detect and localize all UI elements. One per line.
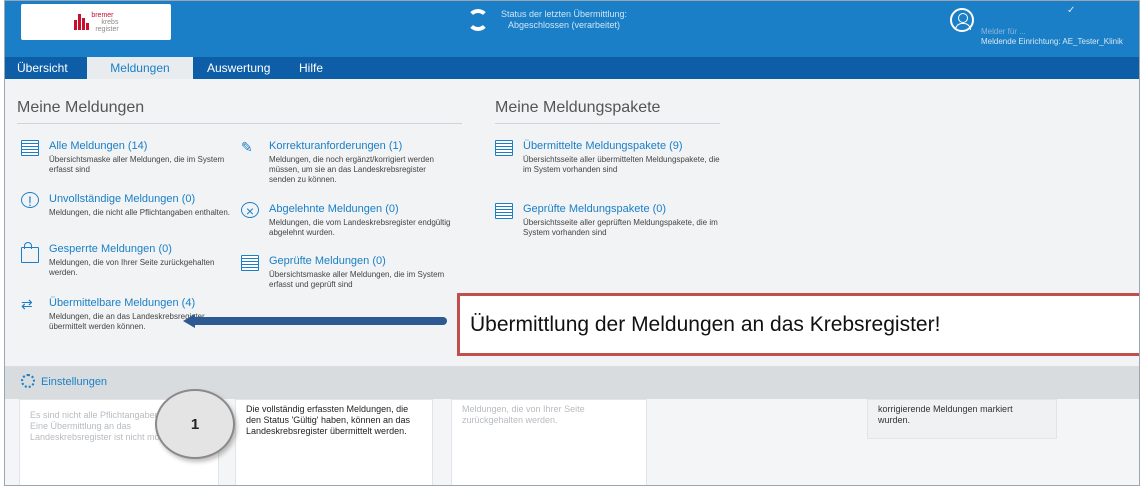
menu-item-description: Meldungen, die nicht alle Pflichtangaben… — [49, 208, 231, 217]
callout-text: Übermittlung der Meldungen an das Krebsr… — [470, 312, 941, 336]
reporting-facility: Meldende Einrichtung: AE_Tester_Klinik — [981, 37, 1123, 46]
menu-item-title: Abgelehnte Meldungen (0) — [269, 203, 399, 215]
pencil-icon: ✎ — [241, 139, 253, 155]
menu-item-description: Meldungen, die vom Landeskrebsregister e… — [269, 218, 451, 237]
card-text: Die vollständig erfassten Meldungen, die… — [246, 404, 411, 436]
tab-hilfe[interactable]: Hilfe — [293, 57, 329, 79]
menu-item-title: Geprüfte Meldungen (0) — [269, 255, 386, 267]
tab-auswertung[interactable]: Auswertung — [201, 57, 276, 79]
menu-item-description: Übersichtsseite aller übermittelten Meld… — [523, 155, 720, 174]
section-heading-meldungspakete: Meine Meldungspakete — [495, 99, 661, 116]
annotation-arrow — [191, 317, 447, 325]
menu-item-title: Gesperrte Meldungen (0) — [49, 243, 172, 255]
menu-item-title: Übermittelte Meldungspakete (9) — [523, 140, 683, 152]
sync-status-icon — [467, 9, 489, 31]
checked-documents-icon — [241, 255, 259, 271]
menu-item-gesperrte-meldungen[interactable]: Gesperrte Meldungen (0) Meldungen, die v… — [21, 242, 231, 278]
menu-item-korrekturanforderungen[interactable]: ✎ Korrekturanforderungen (1) Meldungen, … — [241, 139, 451, 185]
logo-text: bremer krebs register — [91, 11, 119, 33]
info-circle-icon: ! — [21, 192, 39, 209]
menu-item-unvollstaendige-meldungen[interactable]: ! Unvollständige Meldungen (0) Meldungen… — [21, 192, 231, 218]
menu-item-title: Übermittelbare Meldungen (4) — [49, 297, 196, 309]
krebsregister-logo[interactable]: bremer krebs register — [21, 4, 171, 40]
user-account-icon[interactable] — [950, 8, 974, 32]
divider — [17, 123, 462, 124]
menu-item-alle-meldungen[interactable]: Alle Meldungen (14) Übersichtsmaske alle… — [21, 139, 231, 175]
check-icon: ✓ — [1067, 5, 1076, 16]
menu-item-description: Übersichtsmaske aller Meldungen, die im … — [49, 155, 225, 174]
card-text: korrigierende Meldungen markiert wurden. — [878, 404, 1013, 425]
menu-item-title: Geprüfte Meldungspakete (0) — [523, 203, 667, 215]
menu-item-title: Unvollständige Meldungen (0) — [49, 193, 196, 205]
menu-item-description: Meldungen, die noch ergänzt/korrigiert w… — [269, 155, 434, 184]
status-card-locked: Meldungen, die von Ihrer Seite zurückgeh… — [451, 399, 647, 485]
menu-item-uebermittelte-meldungspakete[interactable]: Übermittelte Meldungspakete (9) Übersich… — [495, 139, 725, 175]
tab-uebersicht[interactable]: Übersicht — [11, 57, 74, 79]
menu-item-description: Übersichtsseite aller geprüften Meldungs… — [523, 218, 718, 237]
x-circle-icon: × — [241, 202, 259, 219]
menu-item-uebermittelbare-meldungen[interactable]: ⇄ Übermittelbare Meldungen (4) Meldungen… — [21, 296, 231, 332]
card-text: Meldungen, die von Ihrer Seite zurückgeh… — [462, 404, 585, 425]
settings-label: Einstellungen — [41, 376, 108, 388]
tab-meldungen[interactable]: Meldungen — [87, 57, 193, 79]
package-checked-icon — [495, 203, 513, 219]
menu-item-gepruefte-meldungspakete[interactable]: Geprüfte Meldungspakete (0) Übersichtsse… — [495, 202, 725, 238]
logo-mark-icon — [73, 14, 90, 30]
menu-item-gepruefte-meldungen[interactable]: Geprüfte Meldungen (0) Übersichtsmaske a… — [241, 254, 451, 290]
arrow-head-icon — [183, 314, 195, 328]
menu-item-description: Meldungen, die von Ihrer Seite zurückgeh… — [49, 258, 215, 277]
app-window: bremer krebs register Status der letzten… — [4, 0, 1140, 486]
menu-item-title: Alle Meldungen (14) — [49, 140, 148, 152]
settings-link[interactable]: Einstellungen — [21, 374, 108, 388]
menu-item-title: Korrekturanforderungen (1) — [269, 140, 403, 152]
menu-item-abgelehnte-meldungen[interactable]: × Abgelehnte Meldungen (0) Meldungen, di… — [241, 202, 451, 238]
user-name: Melder für ... — [981, 27, 1026, 36]
main-nav: Übersicht Meldungen Auswertung Hilfe — [5, 57, 1139, 79]
status-card-correction: korrigierende Meldungen markiert wurden. — [867, 399, 1057, 439]
document-stack-icon — [21, 140, 39, 156]
gear-icon — [21, 374, 35, 388]
status-card-transmittable[interactable]: Die vollständig erfassten Meldungen, die… — [235, 399, 433, 485]
lock-icon — [21, 242, 39, 263]
step-number-bubble: 1 — [155, 389, 235, 459]
section-heading-meldungen: Meine Meldungen — [17, 99, 145, 116]
transmission-status: Status der letzten Übermittlung: Abgesch… — [501, 9, 628, 30]
callout-box: Übermittlung der Meldungen an das Krebsr… — [457, 293, 1139, 356]
divider — [495, 123, 720, 124]
app-header: bremer krebs register Status der letzten… — [5, 1, 1139, 57]
menu-item-description: Übersichtsmaske aller Meldungen, die im … — [269, 270, 445, 289]
transfer-arrows-icon: ⇄ — [21, 296, 33, 312]
package-sent-icon — [495, 140, 513, 156]
